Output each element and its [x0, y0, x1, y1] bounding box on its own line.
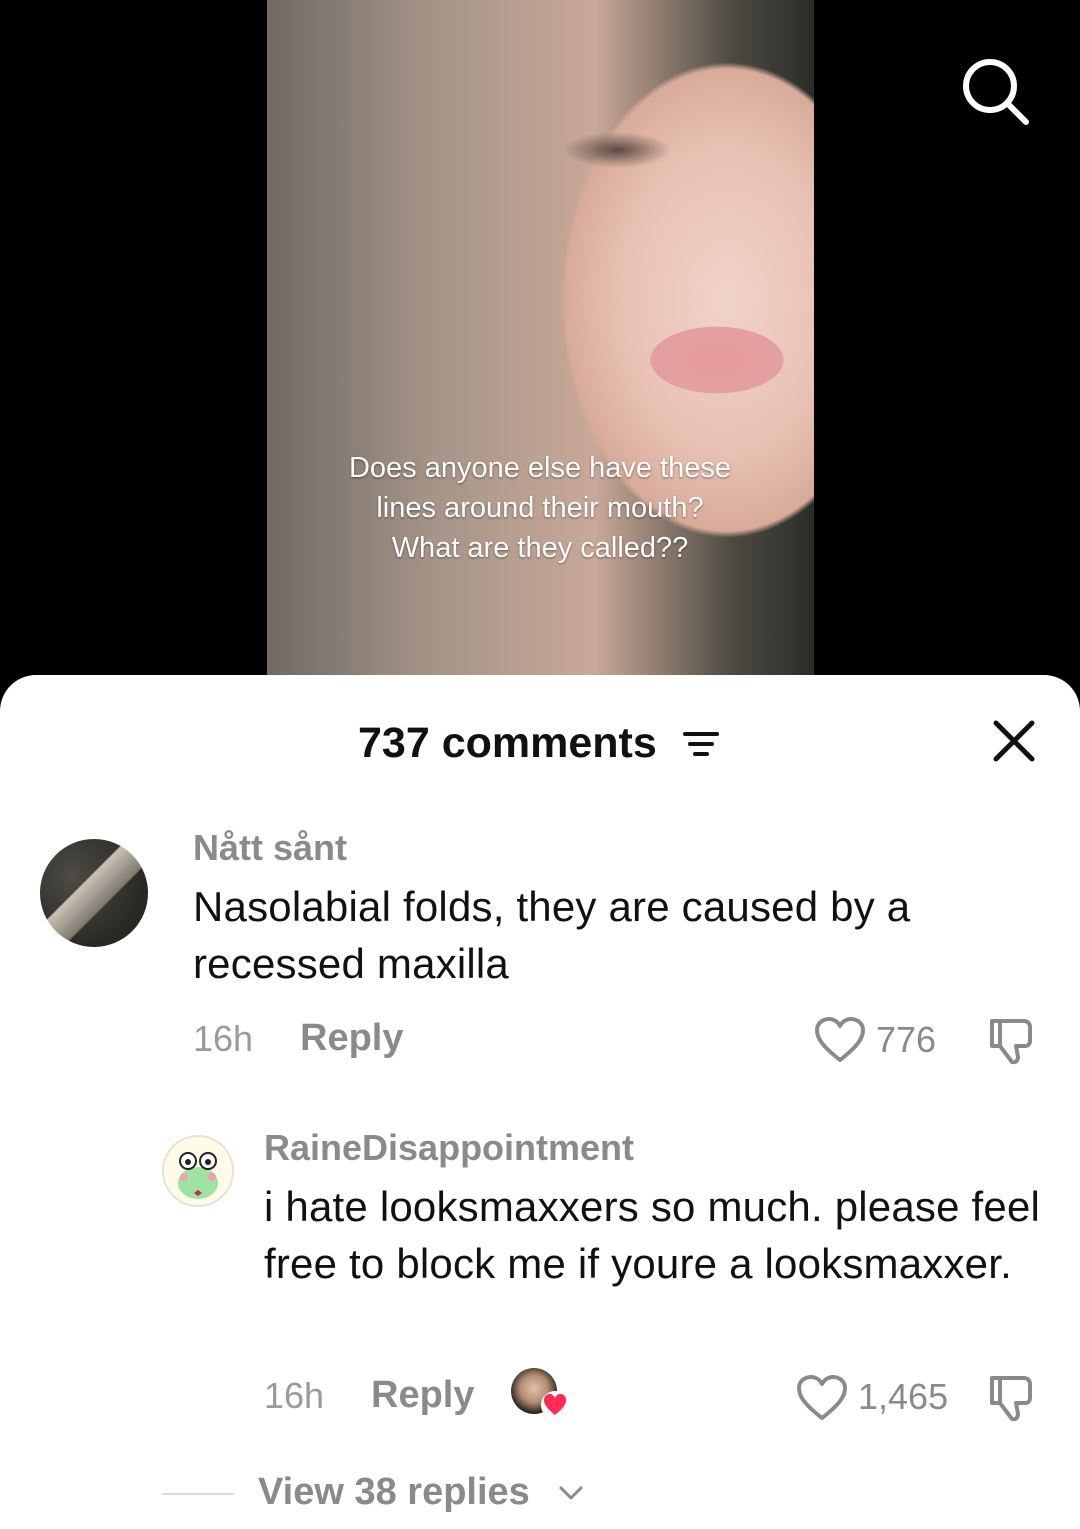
- video-frame[interactable]: [267, 0, 814, 700]
- thumbs-down-icon: [990, 1019, 1032, 1065]
- like-button[interactable]: [796, 1374, 848, 1422]
- search-button[interactable]: [960, 56, 1032, 128]
- comment-time: 16h: [193, 1018, 254, 1059]
- reply-button[interactable]: Reply: [371, 1374, 474, 1417]
- heart-outline-icon: [815, 1017, 865, 1062]
- comment-username[interactable]: RaineDisappointment: [264, 1127, 634, 1169]
- close-button[interactable]: [990, 717, 1038, 765]
- frog-avatar-icon: [178, 1152, 218, 1199]
- reply-button[interactable]: Reply: [300, 1017, 403, 1060]
- heart-filled-icon: [541, 1391, 569, 1419]
- comment-text: Nasolabial folds, they are caused by a r…: [193, 883, 911, 987]
- comments-header: 737 comments: [0, 715, 1080, 771]
- like-button[interactable]: [814, 1016, 866, 1064]
- creator-liked-badge: [540, 1391, 570, 1419]
- comments-sheet: 737 comments Nått sånt Nasolabial folds,…: [0, 675, 1080, 1529]
- video-player[interactable]: Does anyone else have these lines around…: [0, 0, 1080, 700]
- view-replies-button[interactable]: View 38 replies: [258, 1471, 530, 1514]
- comment-time: 16h: [264, 1375, 325, 1416]
- filter-button[interactable]: [683, 729, 719, 759]
- expand-replies-button[interactable]: [558, 1483, 584, 1503]
- search-icon: [963, 59, 1029, 125]
- avatar[interactable]: [40, 839, 148, 947]
- heart-outline-icon: [797, 1375, 847, 1420]
- comment-count: 737 comments: [358, 719, 657, 767]
- close-icon: [993, 720, 1035, 762]
- comment-username[interactable]: Nått sånt: [193, 827, 347, 869]
- comment-text: i hate looksmaxxers so much. please feel…: [264, 1183, 1041, 1287]
- replies-divider: [162, 1493, 234, 1495]
- like-count: 1,465: [858, 1376, 949, 1417]
- filter-icon: [683, 732, 719, 756]
- dislike-button[interactable]: [986, 1372, 1038, 1424]
- like-count: 776: [876, 1019, 937, 1060]
- video-caption: Does anyone else have these lines around…: [348, 452, 732, 564]
- thumbs-down-icon: [990, 1376, 1032, 1422]
- chevron-down-icon: [559, 1486, 583, 1500]
- avatar[interactable]: [162, 1135, 234, 1207]
- dislike-button[interactable]: [986, 1015, 1038, 1067]
